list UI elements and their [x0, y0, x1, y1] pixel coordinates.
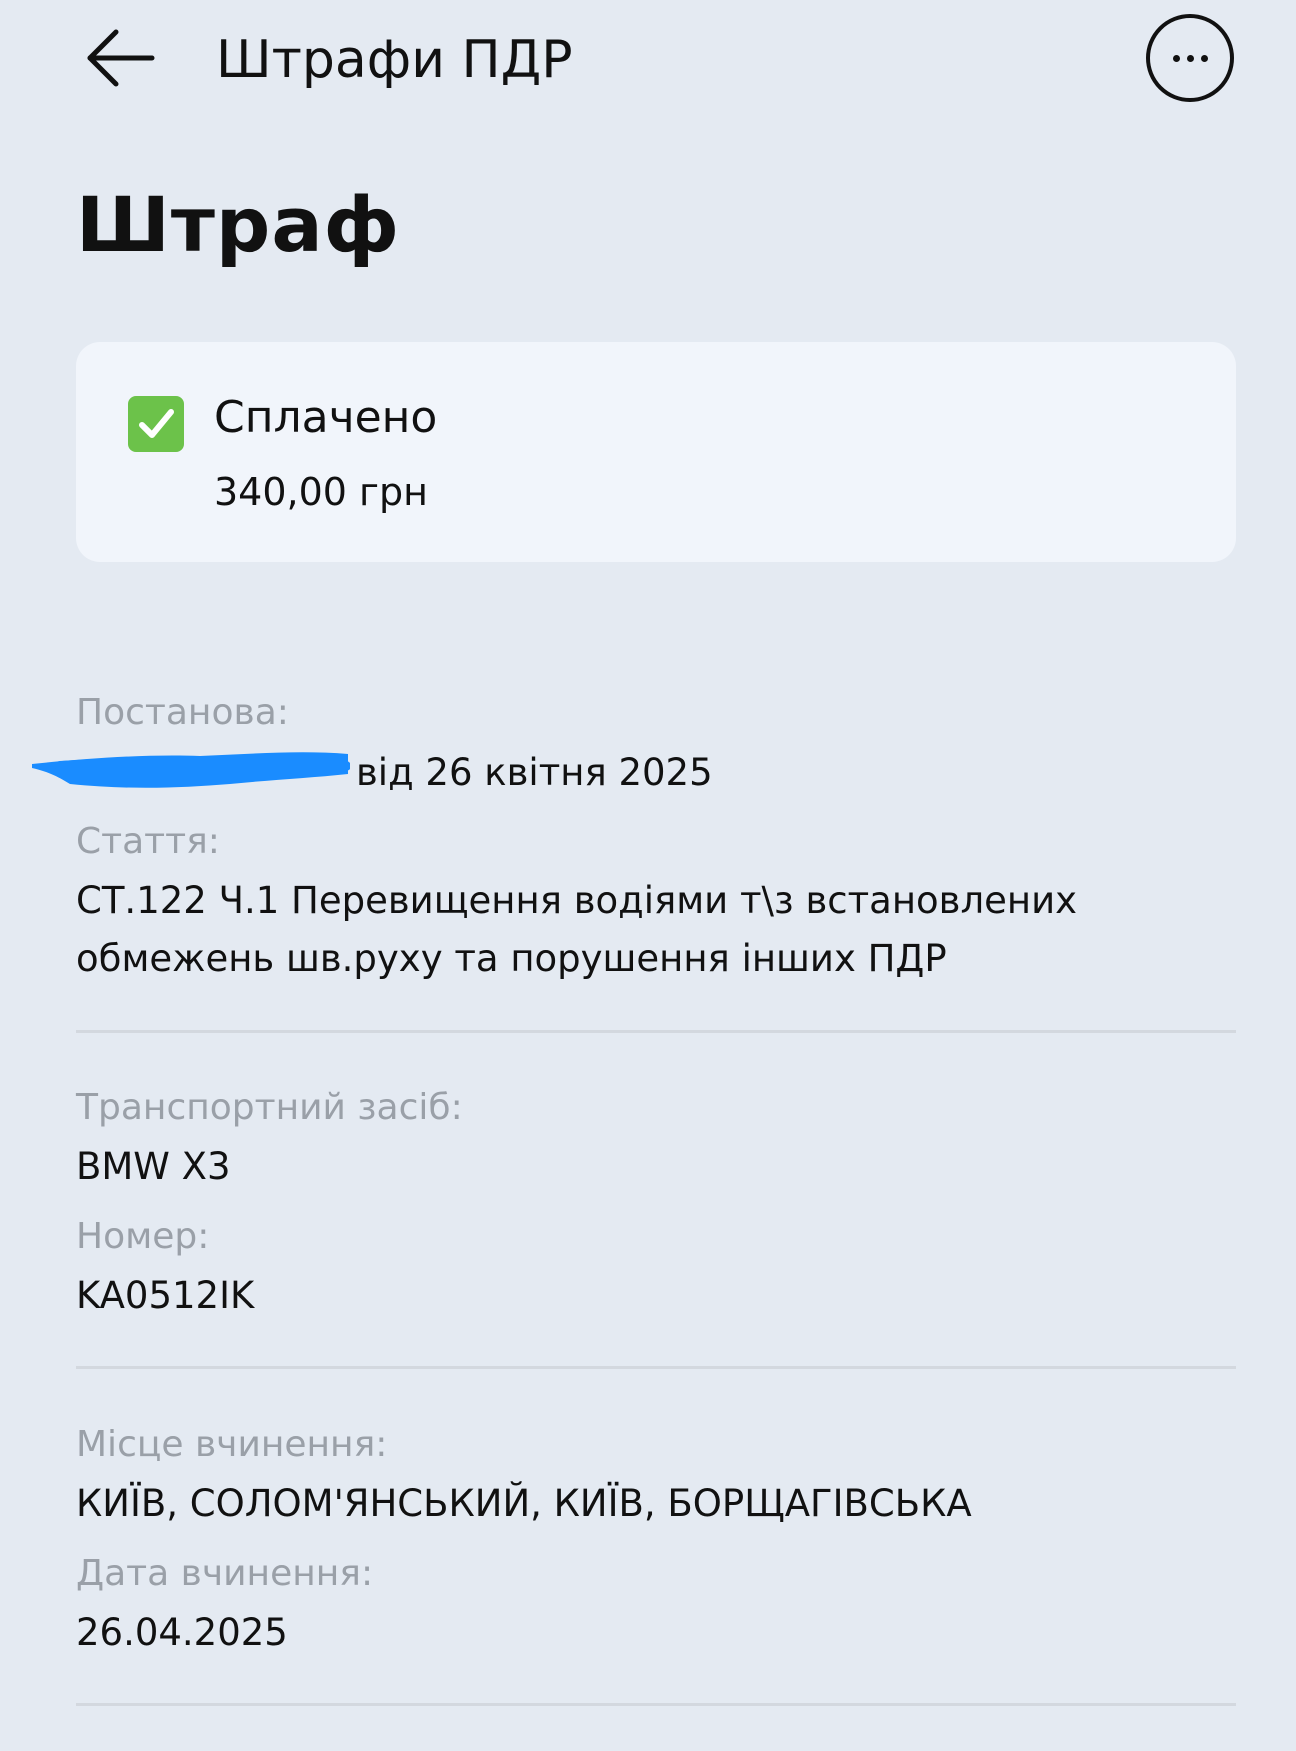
date-label: Дата вчинення: [76, 1553, 374, 1594]
place-label: Місце вчинення: [76, 1424, 388, 1465]
status-card: Сплачено 340,00 грн [76, 342, 1236, 562]
resolution-date: від 26 квітня 2025 [356, 751, 713, 794]
arrow-left-icon [87, 29, 155, 87]
ellipsis-icon-dot [1200, 54, 1208, 62]
article-line-1: СТ.122 Ч.1 Перевищення водіями т\з встан… [76, 879, 1078, 922]
divider [76, 1703, 1236, 1706]
resolution-label: Постанова: [76, 692, 289, 733]
date-value: 26.04.2025 [76, 1611, 288, 1654]
number-label: Номер: [76, 1216, 210, 1257]
article-line-2: обмежень шв.руху та порушення інших ПДР [76, 937, 947, 980]
fine-amount: 340,00 грн [214, 470, 428, 514]
number-value: KA0512IK [76, 1274, 255, 1317]
ellipsis-icon-dot [1186, 54, 1194, 62]
more-options-button[interactable] [1146, 14, 1234, 102]
header-title: Штрафи ПДР [216, 30, 573, 90]
check-mark-button-icon [128, 396, 184, 452]
article-label: Стаття: [76, 821, 220, 862]
divider [76, 1366, 1236, 1369]
place-value: КИЇВ, СОЛОМ'ЯНСЬКИЙ, КИЇВ, БОРЩАГІВСЬКА [76, 1482, 972, 1525]
page-title: Штраф [76, 180, 401, 269]
vehicle-label: Транспортний засіб: [76, 1087, 463, 1128]
redaction-scribble [32, 752, 350, 788]
vehicle-value: BMW X3 [76, 1145, 231, 1188]
ellipsis-icon [1172, 54, 1180, 62]
payment-status: Сплачено [214, 392, 438, 443]
divider [76, 1030, 1236, 1033]
top-bar: Штрафи ПДР [0, 0, 1296, 120]
back-button[interactable] [82, 24, 158, 96]
